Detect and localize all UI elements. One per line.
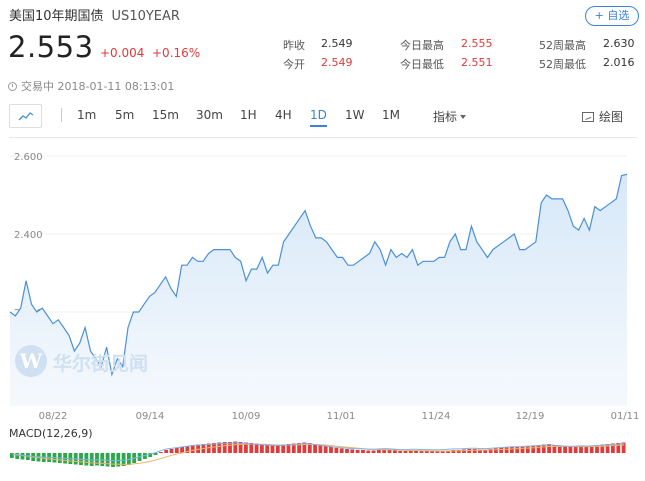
macd-bar xyxy=(371,450,376,453)
macd-bar xyxy=(531,445,536,453)
macd-bar xyxy=(345,449,349,453)
macd-bar xyxy=(339,448,344,453)
macd-bar xyxy=(15,453,20,459)
macd-label: MACD(12,26,9) xyxy=(9,427,93,440)
macd-bar xyxy=(430,451,434,453)
macd-bar xyxy=(520,446,525,453)
macd-bar xyxy=(318,445,323,453)
watermark: W 华尔街见闻 xyxy=(15,345,155,377)
macd-bar xyxy=(105,453,110,467)
macd-bar xyxy=(265,444,270,453)
x-tick-label: 08/22 xyxy=(39,411,68,422)
macd-bar xyxy=(366,450,371,453)
macd-bar xyxy=(158,452,163,453)
macd-bar xyxy=(403,451,408,453)
macd-bar xyxy=(494,448,498,453)
macd-bar xyxy=(541,444,546,453)
watermark-text: 华尔街见闻 xyxy=(53,353,149,375)
macd-bar xyxy=(313,444,317,453)
macd-bar xyxy=(515,447,520,453)
macd-bar xyxy=(499,448,504,453)
macd-bar xyxy=(174,448,179,453)
macd-bar xyxy=(398,451,403,453)
macd-bar xyxy=(355,450,360,453)
macd-bar xyxy=(361,450,365,453)
macd-bar xyxy=(111,453,115,467)
macd-bar xyxy=(536,445,541,453)
x-tick-label: 11/24 xyxy=(422,411,451,422)
macd-bar xyxy=(350,449,355,453)
x-tick-label: 12/19 xyxy=(516,411,545,422)
price-chart: 2.6002.4002.2002.00008/2209/1410/0911/01… xyxy=(9,152,640,467)
x-tick-label: 11/01 xyxy=(327,411,356,422)
y-tick-label: 2.600 xyxy=(14,152,43,163)
macd-bar xyxy=(329,447,333,453)
macd-bar xyxy=(169,449,174,453)
macd-bar xyxy=(190,445,195,453)
macd-bar xyxy=(377,450,381,453)
macd-bar xyxy=(472,449,477,453)
macd-bar xyxy=(275,445,280,453)
macd-bar xyxy=(270,445,275,453)
macd-bar xyxy=(164,450,169,453)
macd-bar xyxy=(323,446,328,453)
macd-bar xyxy=(504,447,509,453)
macd-bar xyxy=(393,450,397,453)
macd-bar xyxy=(435,451,440,453)
macd-bar xyxy=(467,449,472,453)
macd-bar xyxy=(419,451,424,453)
macd-bar xyxy=(462,449,466,453)
x-tick-label: 01/11 xyxy=(611,411,640,422)
macd-bar xyxy=(510,447,514,453)
macd-bar xyxy=(568,446,573,453)
macd-bar xyxy=(281,444,286,453)
x-tick-label: 10/09 xyxy=(232,411,261,422)
watermark-logo: W xyxy=(15,345,47,377)
macd-bar xyxy=(563,446,567,453)
y-tick-label: 2.400 xyxy=(14,230,43,241)
x-tick-label: 09/14 xyxy=(136,411,165,422)
macd-bar xyxy=(20,453,25,460)
macd-bar xyxy=(525,446,530,453)
macd-bar xyxy=(334,448,339,453)
macd-bar xyxy=(260,444,264,453)
macd-bar xyxy=(387,450,392,453)
